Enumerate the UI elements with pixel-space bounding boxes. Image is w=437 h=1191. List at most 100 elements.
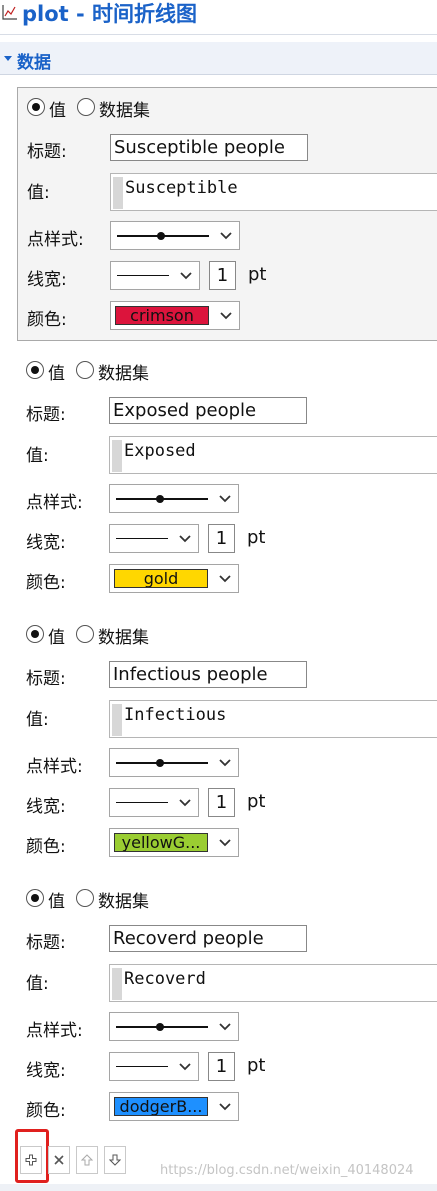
point-style-select[interactable] (109, 748, 239, 777)
close-icon (54, 1155, 64, 1165)
line-width-select[interactable] (109, 524, 199, 553)
series-group-2: 值 数据集 标题: Exposed people 值: Exposed 点样式:… (17, 351, 437, 605)
chevron-down-icon[interactable] (173, 262, 199, 289)
dataset-radio-label[interactable]: 数据集 (98, 887, 149, 912)
value-radio[interactable] (26, 889, 44, 907)
dataset-radio-label[interactable]: 数据集 (99, 96, 150, 121)
line-width-input[interactable]: 1 (208, 524, 235, 553)
line-width-label: 线宽: (27, 270, 67, 290)
value-expression-text: Exposed (124, 441, 196, 461)
value-expression-field[interactable]: Recoverd (109, 964, 437, 1002)
color-select[interactable]: yellowG... (109, 828, 239, 857)
chevron-down-icon[interactable] (213, 302, 239, 329)
color-select[interactable]: gold (109, 564, 239, 593)
point-style-label: 点样式: (26, 493, 83, 513)
value-radio-label[interactable]: 值 (48, 359, 65, 384)
color-label: 颜色: (26, 1101, 66, 1121)
value-radio[interactable] (26, 361, 44, 379)
line-width-select[interactable] (109, 788, 199, 817)
line-width-label: 线宽: (26, 1061, 66, 1081)
point-style-select[interactable] (110, 221, 240, 250)
title-label: 标题: (26, 405, 66, 425)
title-label: 标题: (26, 933, 66, 953)
divider (0, 74, 437, 75)
move-up-button[interactable] (76, 1146, 98, 1174)
value-expression-field[interactable]: Infectious (109, 700, 437, 738)
collapse-triangle-icon[interactable] (4, 56, 12, 61)
color-select[interactable]: crimson (110, 301, 240, 330)
chevron-down-icon[interactable] (212, 565, 238, 592)
title-label: 标题: (27, 142, 67, 162)
value-label: 值: (26, 710, 49, 730)
panel-header: plot - 时间折线图 (0, 0, 437, 32)
chevron-down-icon[interactable] (212, 1013, 238, 1040)
value-radio-label[interactable]: 值 (49, 96, 66, 121)
title-input-value: Recoverd people (113, 928, 264, 949)
point-style-dot (156, 495, 164, 503)
point-style-dot (156, 1023, 164, 1031)
editor-gutter (113, 177, 123, 209)
bottom-bar (0, 1184, 437, 1191)
unit-label: pt (247, 1055, 266, 1076)
line-width-label: 线宽: (26, 797, 66, 817)
series-group-1: 值 数据集 标题: Susceptible people 值: Suscepti… (17, 87, 437, 341)
title-input-value: Susceptible people (114, 137, 285, 158)
point-style-label: 点样式: (27, 230, 84, 250)
line-width-input[interactable]: 1 (209, 261, 236, 290)
line-width-input[interactable]: 1 (208, 788, 235, 817)
move-down-button[interactable] (104, 1146, 126, 1174)
title-label: 标题: (26, 669, 66, 689)
color-swatch: dodgerB... (114, 1097, 208, 1116)
chevron-down-icon[interactable] (212, 749, 238, 776)
line-width-select[interactable] (109, 1052, 199, 1081)
remove-series-button[interactable] (48, 1146, 70, 1174)
color-swatch: yellowG... (114, 833, 208, 852)
point-style-select[interactable] (109, 484, 239, 513)
line-width-select[interactable] (110, 261, 200, 290)
color-swatch: crimson (115, 306, 209, 325)
line-width-preview (116, 538, 168, 539)
value-radio-label[interactable]: 值 (48, 623, 65, 648)
unit-label: pt (248, 264, 267, 285)
dataset-radio[interactable] (76, 361, 94, 379)
value-radio-label[interactable]: 值 (48, 887, 65, 912)
title-input[interactable]: Exposed people (109, 397, 307, 424)
dataset-radio[interactable] (76, 625, 94, 643)
dataset-radio[interactable] (77, 98, 95, 116)
value-radio[interactable] (26, 625, 44, 643)
arrow-down-icon (109, 1154, 121, 1166)
title-input[interactable]: Susceptible people (110, 134, 308, 161)
color-select[interactable]: dodgerB... (109, 1092, 239, 1121)
chevron-down-icon[interactable] (212, 1093, 238, 1120)
chevron-down-icon[interactable] (172, 1053, 198, 1080)
line-width-input[interactable]: 1 (208, 1052, 235, 1081)
dataset-radio[interactable] (76, 889, 94, 907)
dataset-radio-label[interactable]: 数据集 (98, 623, 149, 648)
chevron-down-icon[interactable] (172, 525, 198, 552)
editor-gutter (112, 704, 122, 736)
color-label: 颜色: (27, 310, 67, 330)
title-input-value: Exposed people (113, 400, 257, 421)
page-title: plot - 时间折线图 (22, 2, 198, 26)
value-expression-text: Recoverd (124, 969, 206, 989)
value-expression-field[interactable]: Exposed (109, 436, 437, 474)
chevron-down-icon[interactable] (212, 485, 238, 512)
title-input[interactable]: Recoverd people (109, 925, 307, 952)
chevron-down-icon[interactable] (212, 829, 238, 856)
line-width-preview (117, 275, 169, 276)
title-input[interactable]: Infectious people (109, 661, 307, 688)
unit-label: pt (247, 791, 266, 812)
point-style-select[interactable] (109, 1012, 239, 1041)
dataset-radio-label[interactable]: 数据集 (98, 359, 149, 384)
point-style-label: 点样式: (26, 757, 83, 777)
add-series-button[interactable] (20, 1146, 42, 1174)
point-style-dot (157, 232, 165, 240)
chevron-down-icon[interactable] (213, 222, 239, 249)
series-group-3: 值 数据集 标题: Infectious people 值: Infectiou… (17, 615, 437, 869)
section-data-header[interactable]: 数据 (0, 42, 437, 74)
chevron-down-icon[interactable] (172, 789, 198, 816)
editor-gutter (112, 968, 122, 1000)
value-radio[interactable] (27, 98, 45, 116)
value-expression-field[interactable]: Susceptible (110, 173, 437, 211)
color-label: 颜色: (26, 837, 66, 857)
